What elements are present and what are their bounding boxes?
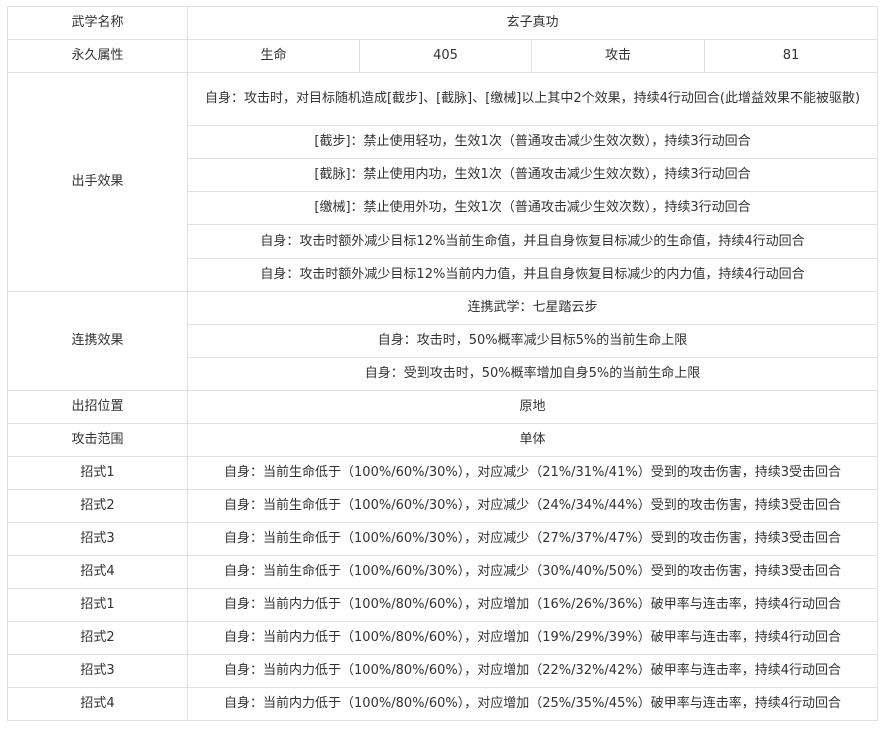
- move-label: 招式1: [7, 588, 188, 622]
- move-label: 招式2: [7, 489, 188, 523]
- move-label: 招式1: [7, 456, 188, 490]
- effect-cell: 自身：攻击时，对目标随机造成[截步]、[截脉]、[缴械]以上其中2个效果，持续4…: [186, 72, 879, 126]
- row-range: 攻击范围 单体: [7, 423, 879, 457]
- move-effect: 自身：当前生命低于（100%/60%/30%），对应减少（21%/31%/41%…: [186, 456, 879, 490]
- attr-hp-label: 生命: [187, 39, 360, 73]
- effect-cell: 自身：攻击时额外减少目标12%当前内力值，并且自身恢复目标减少的内力值，持续4行…: [186, 258, 879, 292]
- effect-cell: [截步]：禁止使用轻功，生效1次（普通攻击减少生效次数），持续3行动回合: [186, 125, 879, 159]
- move-effect: 自身：当前内力低于（100%/80%/60%），对应增加（25%/35%/45%…: [186, 687, 879, 721]
- move-label: 招式4: [7, 687, 188, 721]
- move-effect: 自身：当前生命低于（100%/60%/30%），对应减少（30%/40%/50%…: [186, 555, 879, 589]
- combo-cell: 自身：攻击时，50%概率减少目标5%的当前生命上限: [186, 324, 879, 358]
- combo-cell: 自身：受到攻击时，50%概率增加自身5%的当前生命上限: [186, 357, 879, 391]
- move-effect: 自身：当前内力低于（100%/80%/60%），对应增加（22%/32%/42%…: [186, 654, 879, 688]
- row-name: 武学名称 玄子真功: [7, 6, 879, 40]
- row-move: 招式1 自身：当前生命低于（100%/60%/30%），对应减少（21%/31%…: [7, 456, 879, 490]
- skill-table-container: 武学名称 玄子真功 永久属性 生命 405 攻击 81 出手效果 自身：攻击时，…: [7, 6, 879, 721]
- row-move: 招式3 自身：当前内力低于（100%/80%/60%），对应增加（22%/32%…: [7, 654, 879, 688]
- skill-table: 武学名称 玄子真功 永久属性 生命 405 攻击 81 出手效果 自身：攻击时，…: [7, 6, 879, 721]
- row-move: 招式1 自身：当前内力低于（100%/80%/60%），对应增加（16%/26%…: [7, 588, 879, 622]
- row-move: 招式3 自身：当前生命低于（100%/60%/30%），对应减少（27%/37%…: [7, 522, 879, 556]
- move-effect: 自身：当前生命低于（100%/60%/30%），对应减少（27%/37%/47%…: [186, 522, 879, 556]
- move-effect: 自身：当前生命低于（100%/60%/30%），对应减少（24%/34%/44%…: [186, 489, 879, 523]
- move-label: 招式4: [7, 555, 188, 589]
- combo-cell: 连携武学：七星踏云步: [186, 291, 879, 325]
- row-position: 出招位置 原地: [7, 390, 879, 424]
- effect-cell: [截脉]：禁止使用内功，生效1次（普通攻击减少生效次数），持续3行动回合: [186, 158, 879, 192]
- range-value: 单体: [186, 423, 879, 457]
- row-move: 招式4 自身：当前生命低于（100%/60%/30%），对应减少（30%/40%…: [7, 555, 879, 589]
- attr-hp-value: 405: [359, 39, 532, 73]
- row-move: 招式2 自身：当前生命低于（100%/60%/30%），对应减少（24%/34%…: [7, 489, 879, 523]
- row-attrs: 永久属性 生命 405 攻击 81: [7, 39, 879, 73]
- effect-cell: [缴械]：禁止使用外功，生效1次（普通攻击减少生效次数），持续3行动回合: [186, 191, 879, 225]
- move-label: 招式3: [7, 522, 188, 556]
- attr-atk-label: 攻击: [531, 39, 705, 73]
- move-label: 招式2: [7, 621, 188, 655]
- effect-cell: 自身：攻击时额外减少目标12%当前生命值，并且自身恢复目标减少的生命值，持续4行…: [186, 224, 879, 259]
- position-value: 原地: [186, 390, 879, 424]
- row-label: 攻击范围: [7, 423, 188, 457]
- row-move: 招式4 自身：当前内力低于（100%/80%/60%），对应增加（25%/35%…: [7, 687, 879, 721]
- row-label: 出招位置: [7, 390, 188, 424]
- move-effect: 自身：当前内力低于（100%/80%/60%），对应增加（19%/29%/39%…: [186, 621, 879, 655]
- attr-atk-value: 81: [703, 39, 879, 73]
- move-label: 招式3: [7, 654, 188, 688]
- move-effect: 自身：当前内力低于（100%/80%/60%），对应增加（16%/26%/36%…: [186, 588, 879, 622]
- row-label: 出手效果: [7, 72, 188, 292]
- row-label: 武学名称: [7, 6, 188, 40]
- row-label: 永久属性: [7, 39, 188, 73]
- row-on-hit: 出手效果 自身：攻击时，对目标随机造成[截步]、[截脉]、[缴械]以上其中2个效…: [7, 72, 879, 292]
- row-label: 连携效果: [7, 291, 188, 391]
- skill-name: 玄子真功: [186, 6, 879, 40]
- row-move: 招式2 自身：当前内力低于（100%/80%/60%），对应增加（19%/29%…: [7, 621, 879, 655]
- row-combo: 连携效果 连携武学：七星踏云步: [7, 291, 879, 391]
